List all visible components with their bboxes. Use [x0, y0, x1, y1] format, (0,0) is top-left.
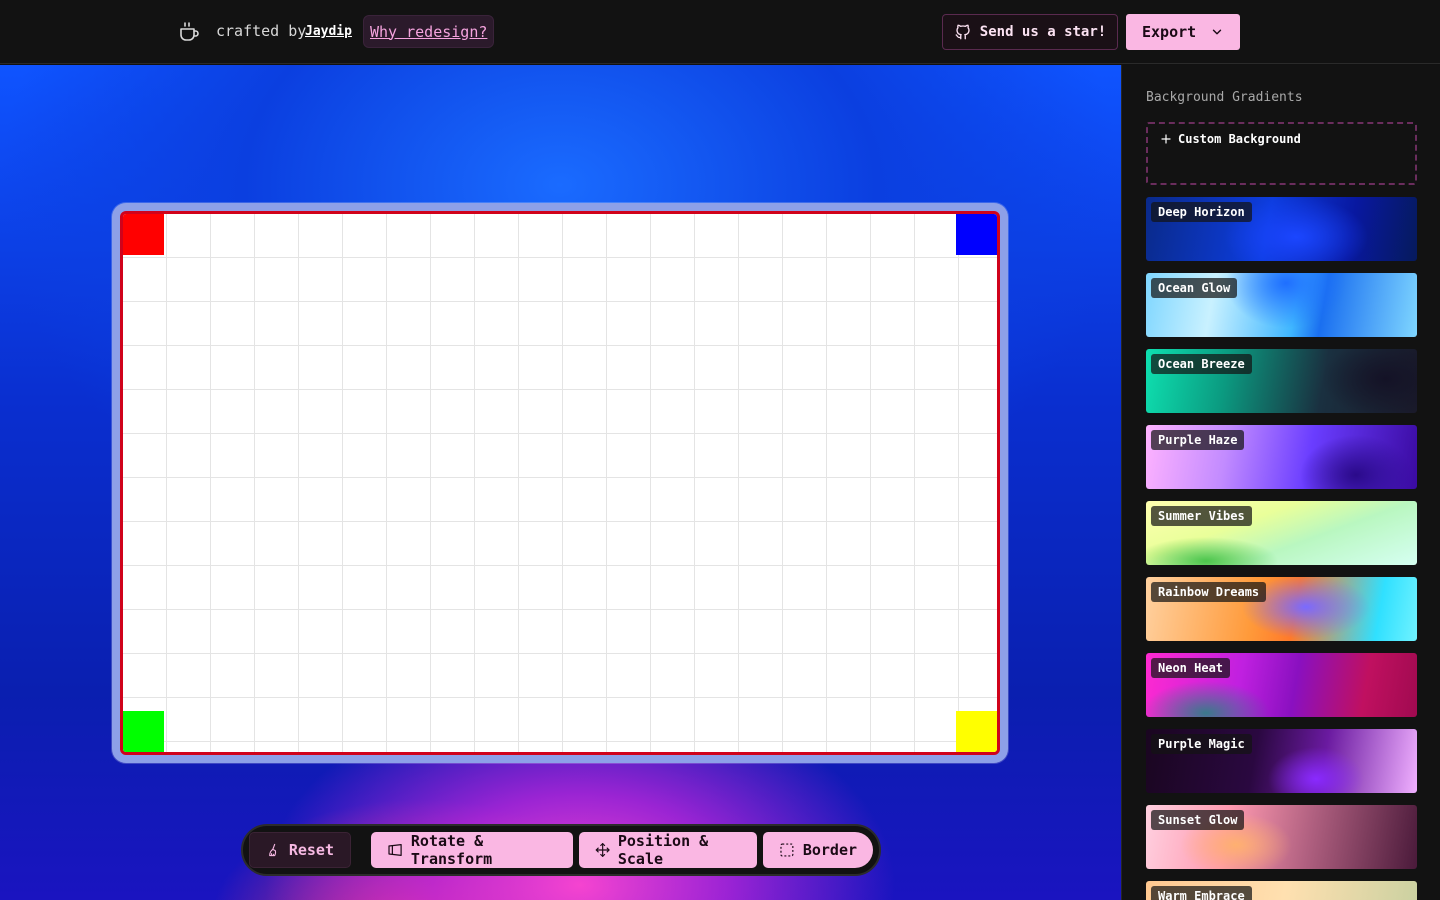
- canvas-area: Reset Rotate & Transform Position & Scal…: [0, 65, 1121, 900]
- gradient-card-purple-magic[interactable]: Purple Magic: [1146, 729, 1417, 793]
- custom-background-button[interactable]: Custom Background: [1146, 122, 1417, 185]
- broom-icon: [269, 843, 277, 857]
- gradient-card-summer-vibes[interactable]: Summer Vibes: [1146, 501, 1417, 565]
- send-star-button[interactable]: Send us a star!: [942, 14, 1118, 50]
- gradient-card-deep-horizon[interactable]: Deep Horizon: [1146, 197, 1417, 261]
- gradient-name: Warm Embrace: [1151, 886, 1252, 900]
- position-scale-label: Position & Scale: [617, 832, 709, 868]
- perspective-icon: [388, 844, 402, 856]
- move-icon: [595, 843, 610, 857]
- gradient-card-ocean-glow[interactable]: Ocean Glow: [1146, 273, 1417, 337]
- reset-button[interactable]: Reset: [249, 832, 351, 868]
- gradient-name: Ocean Breeze: [1151, 354, 1252, 374]
- sidebar-title: Background Gradients: [1146, 90, 1303, 105]
- gradients-sidebar: Background Gradients Custom Background D…: [1121, 65, 1440, 900]
- gradient-name: Sunset Glow: [1151, 810, 1245, 830]
- coffee-icon[interactable]: [177, 18, 201, 46]
- gradient-card-sunset-glow[interactable]: Sunset Glow: [1146, 805, 1417, 869]
- export-button[interactable]: Export: [1126, 14, 1240, 50]
- custom-background-label-wrap: Custom Background: [1160, 132, 1301, 146]
- gradient-card-warm-embrace[interactable]: Warm Embrace: [1146, 881, 1417, 900]
- why-redesign-link[interactable]: Why redesign?: [363, 15, 495, 48]
- gradient-name: Purple Magic: [1151, 734, 1252, 754]
- gradient-name: Purple Haze: [1151, 430, 1245, 450]
- border-label: Border: [802, 841, 858, 859]
- gradient-card-rainbow-dreams[interactable]: Rainbow Dreams: [1146, 577, 1417, 641]
- position-scale-button[interactable]: Position & Scale: [578, 832, 758, 868]
- gradient-name: Neon Heat: [1151, 658, 1231, 678]
- send-star-label: Send us a star!: [979, 24, 1107, 40]
- rotate-transform-button[interactable]: Rotate & Transform: [370, 832, 573, 868]
- rotate-transform-label: Rotate & Transform: [410, 832, 493, 868]
- corner-top-left: [123, 214, 164, 255]
- plus-icon: [1161, 134, 1171, 144]
- gradient-name: Rainbow Dreams: [1151, 582, 1267, 602]
- github-icon: [955, 24, 970, 40]
- gradient-card-purple-haze[interactable]: Purple Haze: [1146, 425, 1417, 489]
- corner-top-right: [956, 214, 997, 255]
- dashed-square-icon: [780, 843, 794, 857]
- edit-toolbar: Reset Rotate & Transform Position & Scal…: [241, 824, 881, 876]
- gradient-card-neon-heat[interactable]: Neon Heat: [1146, 653, 1417, 717]
- gradient-name: Deep Horizon: [1151, 202, 1252, 222]
- custom-background-label: Custom Background: [1178, 132, 1301, 146]
- chevron-down-icon: [1212, 29, 1222, 35]
- export-label: Export: [1142, 23, 1197, 41]
- placeholder-image: [120, 211, 1000, 755]
- border-button[interactable]: Border: [763, 832, 874, 868]
- corner-bottom-right: [956, 711, 997, 752]
- reset-label: Reset: [288, 841, 334, 859]
- crafted-by-text: crafted by: [216, 22, 307, 40]
- gradient-name: Summer Vibes: [1151, 506, 1252, 526]
- image-frame[interactable]: [112, 203, 1008, 763]
- corner-bottom-left: [123, 711, 164, 752]
- top-bar: crafted by Jaydip Why redesign? Send us …: [0, 0, 1440, 64]
- author-link[interactable]: Jaydip: [305, 24, 352, 39]
- gradient-card-ocean-breeze[interactable]: Ocean Breeze: [1146, 349, 1417, 413]
- gradient-name: Ocean Glow: [1151, 278, 1238, 298]
